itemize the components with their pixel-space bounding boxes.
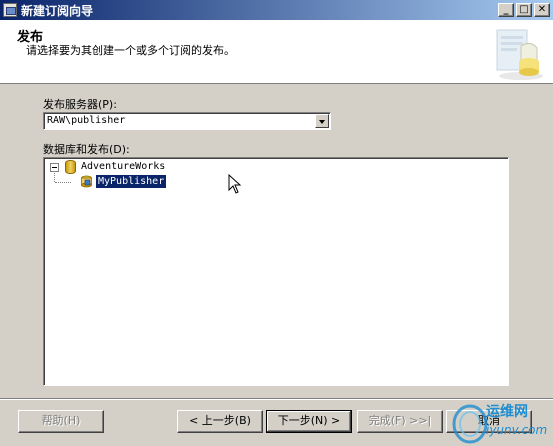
publisher-value: RAW\publisher xyxy=(47,115,126,126)
wizard-icon xyxy=(3,3,17,17)
help-button[interactable]: 帮助(H) xyxy=(18,410,104,433)
finish-button[interactable]: 完成(F) >>| xyxy=(357,410,443,433)
watermark-url: iyunv.com xyxy=(486,423,548,437)
next-button[interactable]: 下一步(N) > xyxy=(266,410,352,433)
maximize-icon: □ xyxy=(519,4,529,15)
publication-icon xyxy=(81,175,92,188)
window-title: 新建订阅向导 xyxy=(21,3,94,18)
maximize-button[interactable]: □ xyxy=(516,3,532,17)
tree-connector xyxy=(54,173,55,182)
database-publication-tree[interactable]: AdventureWorks MyPublisher xyxy=(43,157,509,386)
database-icon xyxy=(65,160,76,174)
tree-connector xyxy=(55,182,71,183)
publisher-label: 发布服务器(P): xyxy=(43,98,117,111)
wizard-header: 发布 请选择要为其创建一个或多个订阅的发布。 xyxy=(0,20,553,84)
title-bar: 新建订阅向导 _ □ ✕ xyxy=(0,0,553,20)
close-icon: ✕ xyxy=(537,4,547,15)
close-button[interactable]: ✕ xyxy=(534,3,550,17)
publisher-combobox[interactable]: RAW\publisher xyxy=(43,112,331,130)
watermark-text: 运维网 xyxy=(486,404,528,420)
databases-label: 数据库和发布(D): xyxy=(43,143,130,156)
combo-dropdown-button[interactable] xyxy=(315,114,329,128)
minimize-button[interactable]: _ xyxy=(498,3,514,17)
minimize-icon: _ xyxy=(503,4,509,15)
back-button[interactable]: < 上一步(B) xyxy=(177,410,263,433)
page-description: 请选择要为其创建一个或多个订阅的发布。 xyxy=(26,44,235,57)
tree-node-publication[interactable]: MyPublisher xyxy=(96,175,167,188)
tree-node-database[interactable]: AdventureWorks xyxy=(81,161,165,172)
collapse-toggle[interactable] xyxy=(50,163,59,172)
mouse-cursor-icon xyxy=(228,174,242,194)
publication-graphic-icon xyxy=(496,29,543,80)
